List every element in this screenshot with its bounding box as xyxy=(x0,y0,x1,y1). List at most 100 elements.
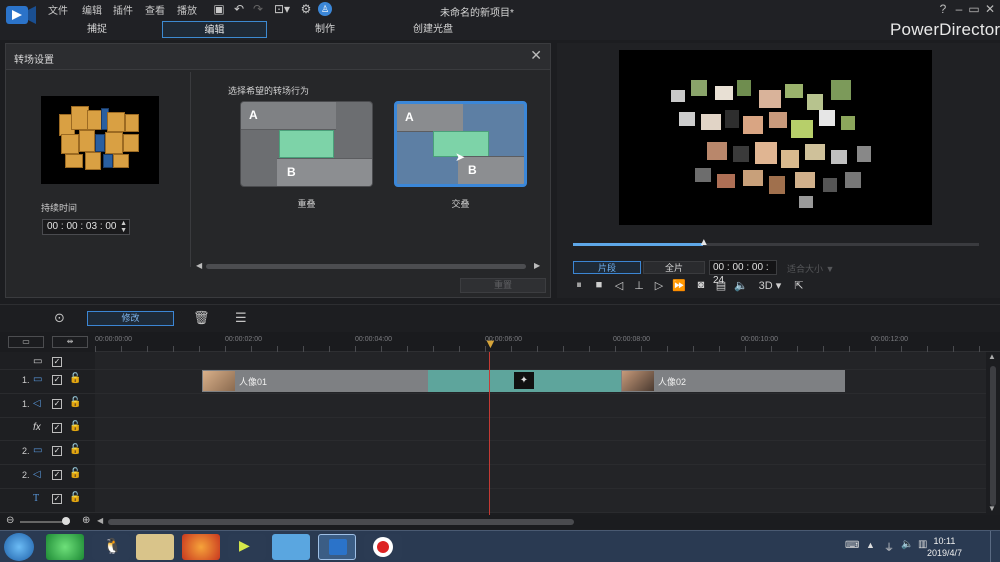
gear-icon[interactable]: ⚙ xyxy=(299,2,313,16)
playback-progress[interactable]: ▲ xyxy=(573,237,979,248)
track-content[interactable] xyxy=(95,394,986,417)
video-clip-1[interactable]: 人像01 xyxy=(202,370,428,392)
undo-icon[interactable]: ↶ xyxy=(232,2,246,16)
scroll-up-icon[interactable]: ▲ xyxy=(988,352,996,361)
movie-mode-button[interactable]: 全片 xyxy=(643,261,705,274)
system-clock[interactable]: 10:11 2019/4/7 xyxy=(927,535,962,559)
scroll-left-icon[interactable]: ◀ xyxy=(196,261,202,270)
close-icon[interactable]: ✕ xyxy=(983,2,997,16)
menu-view[interactable]: 查看 xyxy=(145,2,165,17)
track-enable-checkbox[interactable]: ✓ xyxy=(52,357,62,367)
lock-icon[interactable]: 🔓 xyxy=(69,397,81,408)
timeline-horizontal-scrollbar[interactable] xyxy=(108,519,574,525)
taskbar-app-player[interactable]: ▶ xyxy=(228,534,266,560)
3d-mode-button[interactable]: 3D ▾ xyxy=(757,279,783,292)
duration-input[interactable]: 00 : 00 : 03 : 00 ▲ ▼ xyxy=(42,219,130,235)
track-enable-checkbox[interactable]: ✓ xyxy=(52,399,62,409)
track-content[interactable] xyxy=(95,465,986,488)
snapshot-icon[interactable]: ◙ xyxy=(693,279,709,291)
lock-icon[interactable]: 🔓 xyxy=(69,373,81,384)
timeline-track-video[interactable]: 2. ▭ ✓ 🔓 xyxy=(0,441,986,465)
keyboard-icon[interactable]: ⌨ xyxy=(845,540,859,551)
lock-icon[interactable]: 🔓 xyxy=(69,444,81,455)
transition-option-cross[interactable]: A B ➤ xyxy=(394,101,527,187)
transition-icon[interactable]: ✦ xyxy=(514,372,534,389)
save-icon[interactable]: ▣ xyxy=(212,2,226,16)
menu-plugins[interactable]: 插件 xyxy=(113,2,133,17)
track-enable-checkbox[interactable]: ✓ xyxy=(52,470,62,480)
duration-spinner-icon[interactable]: ▲ ▼ xyxy=(120,220,127,234)
hscroll-left-icon[interactable]: ◀ xyxy=(97,516,103,525)
timeline-track-master[interactable]: ▭ ✓ xyxy=(0,352,986,370)
tab-create-disc[interactable]: 创建光盘 xyxy=(398,21,468,38)
timeline-track-video[interactable]: 1. ▭ ✓ 🔓 人像01 ✦ 人像02 xyxy=(0,370,986,394)
delete-icon[interactable]: 🗑 xyxy=(193,310,210,326)
track-content[interactable]: 人像01 ✦ 人像02 xyxy=(95,370,986,393)
vertical-scrollbar-thumb[interactable] xyxy=(990,366,996,506)
lock-icon[interactable]: 🔓 xyxy=(69,492,81,503)
prev-frame-icon[interactable]: ◁ xyxy=(611,279,627,292)
usb-icon[interactable]: ⏚ xyxy=(884,539,894,554)
track-content[interactable] xyxy=(95,352,986,369)
account-icon[interactable]: ♙ xyxy=(318,2,332,16)
track-enable-checkbox[interactable]: ✓ xyxy=(52,375,62,385)
stop-icon[interactable]: ■ xyxy=(591,279,607,291)
menu-file[interactable]: 文件 xyxy=(48,2,68,17)
taskbar-app-browser[interactable] xyxy=(46,534,84,560)
timeline-track-audio[interactable]: 2. ◁ ✓ 🔓 xyxy=(0,465,986,489)
track-enable-checkbox[interactable]: ✓ xyxy=(52,446,62,456)
minimize-icon[interactable]: – xyxy=(952,2,966,16)
zoom-dropdown[interactable]: 适合大小 ▼ xyxy=(787,262,834,275)
fast-forward-icon[interactable]: ⏩ xyxy=(671,279,687,292)
track-manager-button[interactable]: ▭ xyxy=(8,336,44,348)
track-enable-checkbox[interactable]: ✓ xyxy=(52,423,62,433)
tab-produce[interactable]: 制作 xyxy=(290,21,360,38)
track-content[interactable] xyxy=(95,489,986,512)
dialog-close-icon[interactable]: ✕ xyxy=(530,47,542,64)
track-content[interactable] xyxy=(95,418,986,440)
screen-icon[interactable]: ⊡▾ xyxy=(271,2,293,16)
modify-button[interactable]: 修改 xyxy=(87,311,174,326)
volume-icon[interactable]: 🔈 xyxy=(733,279,749,292)
menu-playback[interactable]: 播放 xyxy=(177,2,197,17)
scroll-right-icon[interactable]: ▶ xyxy=(534,261,540,270)
zoom-out-icon[interactable]: ⊖ xyxy=(6,515,14,526)
dialog-scrollbar[interactable]: ◀ ▶ xyxy=(196,261,544,271)
timeline-track-fx[interactable]: fx ✓ 🔓 xyxy=(0,418,986,441)
undock-icon[interactable]: ⇱ xyxy=(791,279,807,292)
progress-knob-icon[interactable]: ▲ xyxy=(699,237,709,248)
redo-icon[interactable]: ↷ xyxy=(251,2,265,16)
taskbar-app-notes[interactable] xyxy=(272,534,310,560)
track-content[interactable] xyxy=(95,441,986,464)
playhead-marker-icon[interactable]: ▼ xyxy=(484,336,497,351)
video-clip-2[interactable]: 人像02 xyxy=(621,370,845,392)
tray-expand-icon[interactable]: ▲ xyxy=(866,540,875,550)
show-desktop-button[interactable] xyxy=(990,531,1000,562)
scrollbar-thumb[interactable] xyxy=(206,264,526,269)
more-options-icon[interactable]: ☰ xyxy=(235,310,247,326)
restore-icon[interactable]: ▭ xyxy=(967,2,981,16)
marker-icon[interactable]: ⊥ xyxy=(631,279,647,292)
taskbar-app-recorder[interactable] xyxy=(364,534,402,560)
menu-edit[interactable]: 编辑 xyxy=(82,2,102,17)
transition-option-overlap[interactable]: A B xyxy=(240,101,373,187)
taskbar-app-powerdirector[interactable] xyxy=(318,534,356,560)
tray-sound-icon[interactable]: 🔈 xyxy=(901,539,913,550)
scroll-down-icon[interactable]: ▼ xyxy=(988,504,996,513)
collapse-icon[interactable]: ⊙ xyxy=(54,310,65,326)
timeline-track-audio[interactable]: 1. ◁ ✓ 🔓 xyxy=(0,394,986,418)
tab-capture[interactable]: 捕捉 xyxy=(62,21,132,38)
start-button[interactable] xyxy=(4,533,34,561)
zoom-slider-knob[interactable] xyxy=(62,517,70,525)
taskbar-app-firefox[interactable] xyxy=(182,534,220,560)
timeline-ruler[interactable]: 00:00:00:00 00:00:02:00 00:00:04:00 00:00:0… xyxy=(95,332,1000,352)
timeline-vertical-scrollbar[interactable]: ▲ ▼ xyxy=(986,352,1000,517)
transition-clip[interactable]: ✦ xyxy=(428,370,621,392)
track-enable-checkbox[interactable]: ✓ xyxy=(52,494,62,504)
lock-icon[interactable]: 🔓 xyxy=(69,421,81,432)
timecode-display[interactable]: 00 : 00 : 00 : 24 xyxy=(709,260,777,286)
zoom-in-icon[interactable]: ⊕ xyxy=(82,515,90,526)
subtitle-icon[interactable]: ▤ xyxy=(713,279,729,292)
taskbar-app-qq[interactable]: 🐧 xyxy=(92,534,130,560)
next-frame-icon[interactable]: ▷ xyxy=(651,279,667,292)
